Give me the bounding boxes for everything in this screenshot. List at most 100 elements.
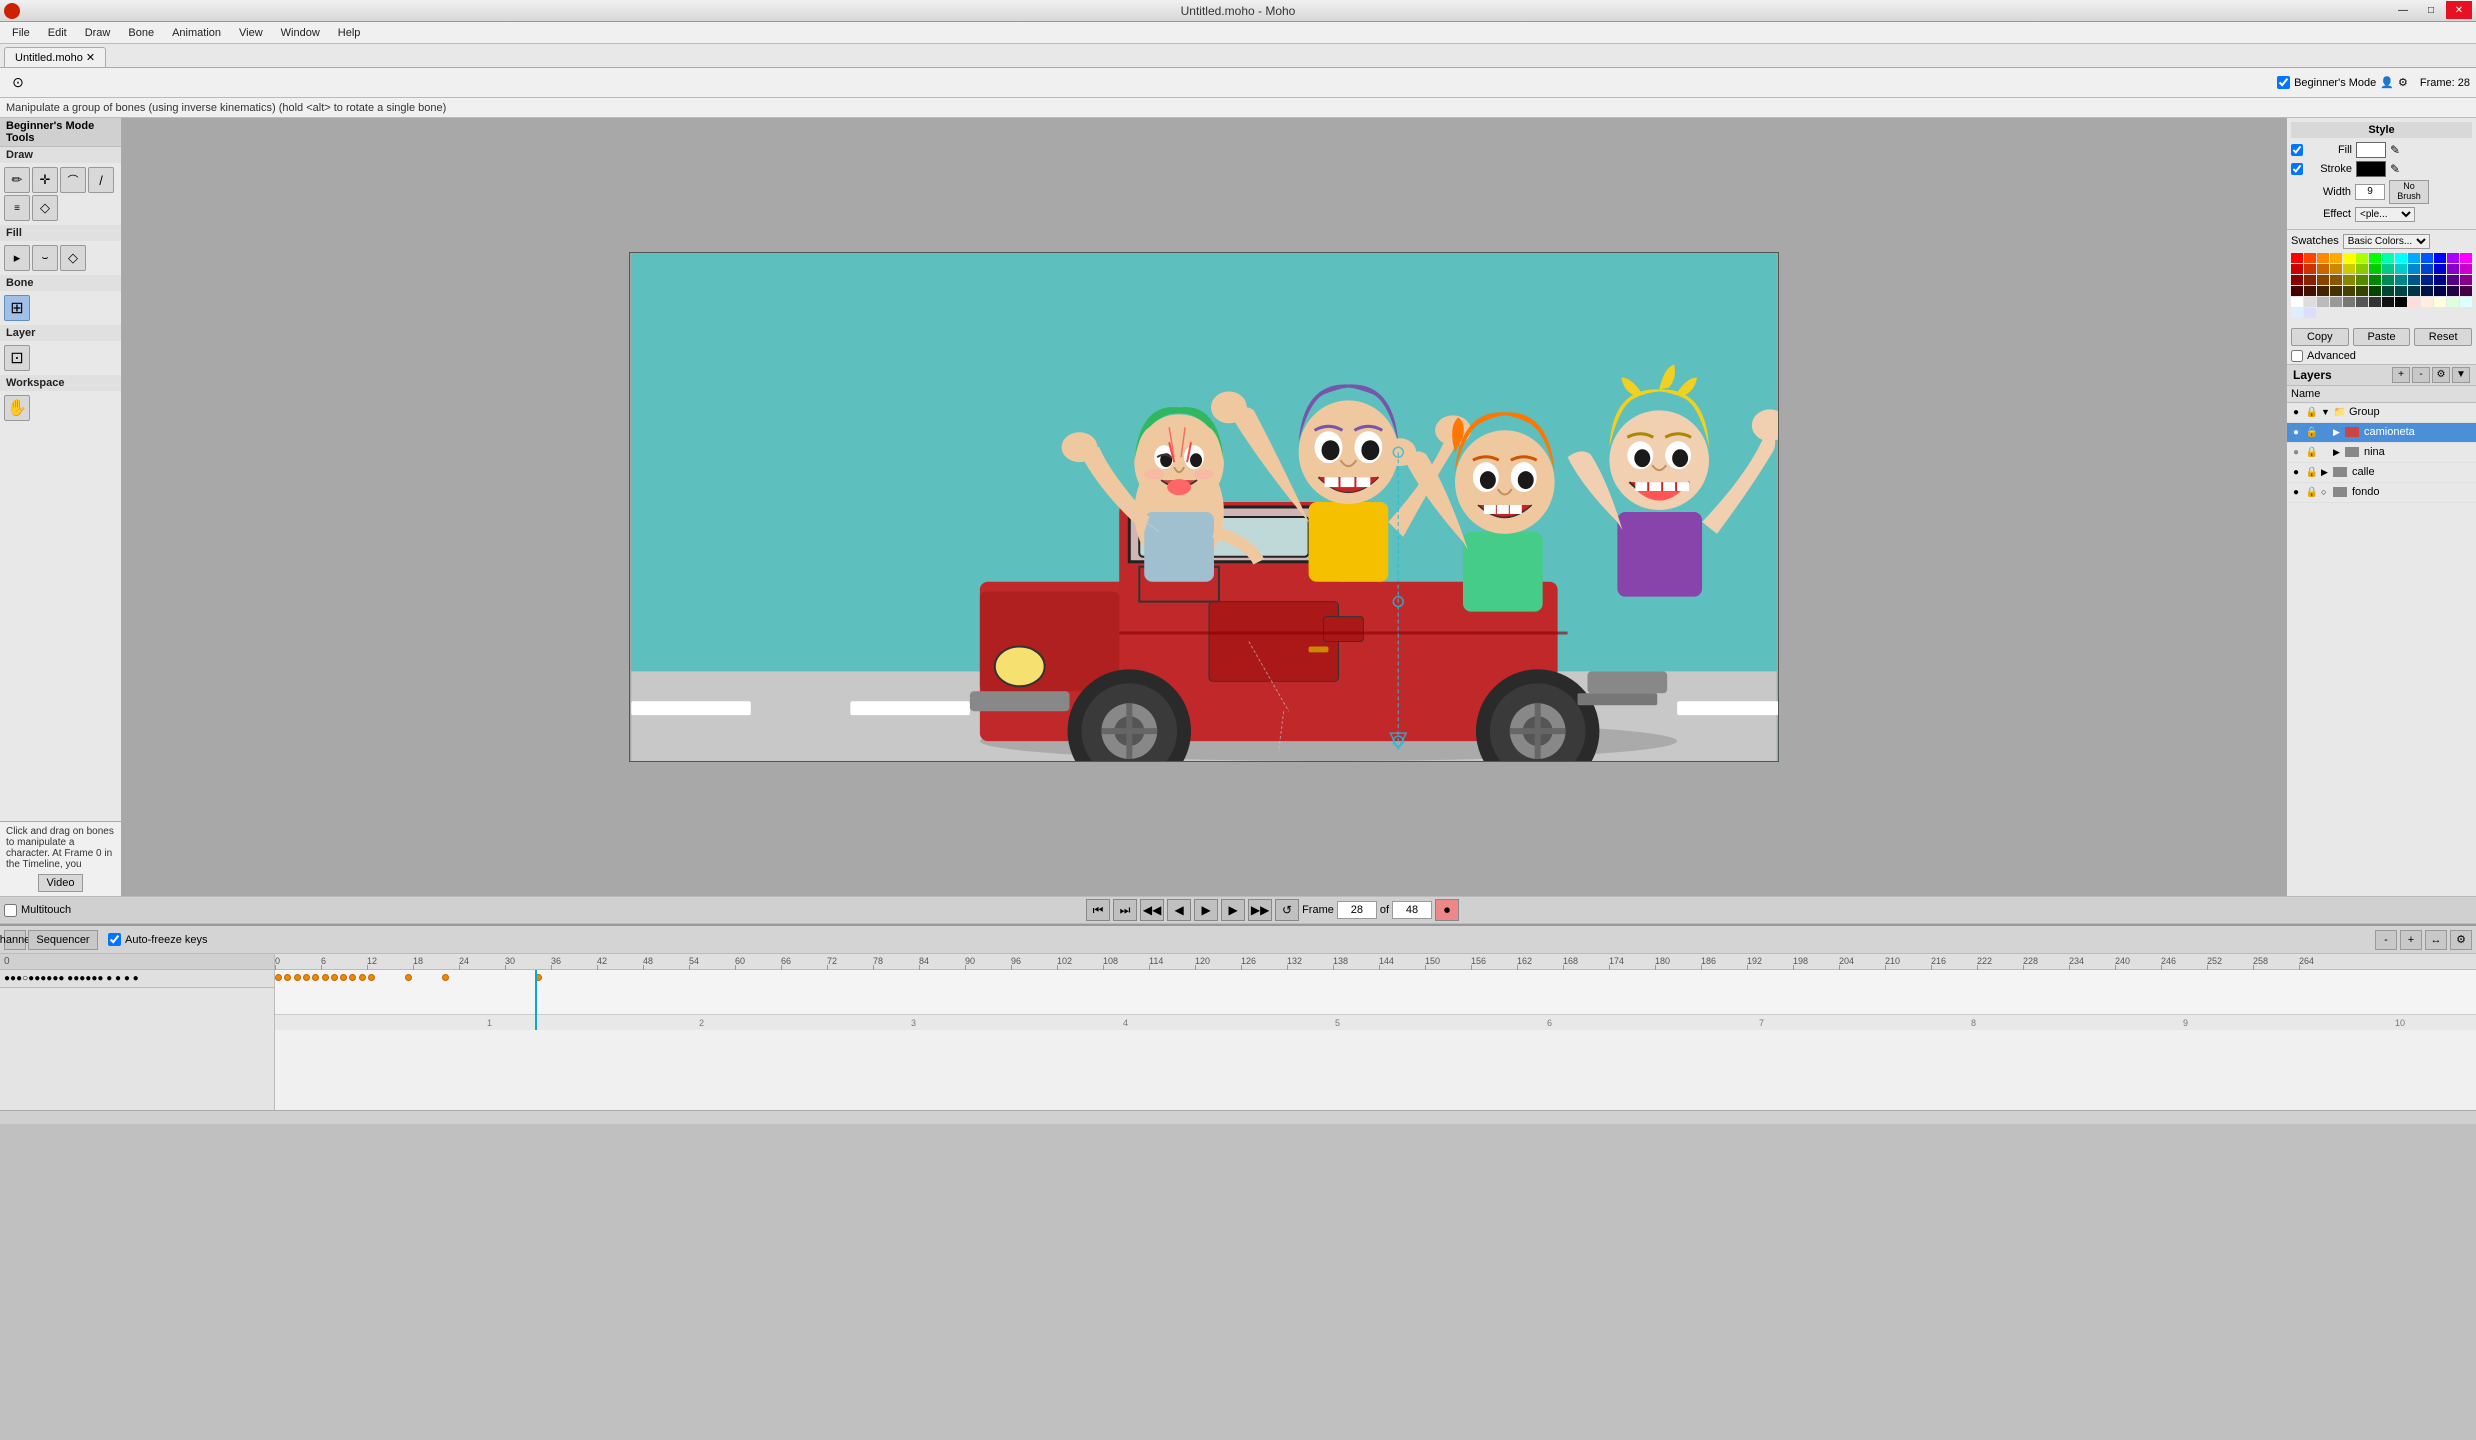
close-button[interactable]: ✕ xyxy=(2446,1,2472,19)
swatch-cell[interactable] xyxy=(2421,286,2433,296)
layer-row-group[interactable]: ● 🔒 ▼ 📁 Group xyxy=(2287,403,2476,423)
paint-tool[interactable]: / xyxy=(88,167,114,193)
timeline-scrollbar-h[interactable] xyxy=(0,1110,2476,1124)
layer-lock-icon4[interactable]: 🔒 xyxy=(2305,465,2319,479)
swatch-cell[interactable] xyxy=(2395,297,2407,307)
stroke-checkbox[interactable] xyxy=(2291,163,2303,175)
menu-window[interactable]: Window xyxy=(273,25,328,41)
swatch-cell[interactable] xyxy=(2395,253,2407,263)
swatch-cell[interactable] xyxy=(2382,264,2394,274)
swatch-cell[interactable] xyxy=(2408,286,2420,296)
swatch-cell[interactable] xyxy=(2330,264,2342,274)
swatch-cell[interactable] xyxy=(2395,264,2407,274)
swatch-cell[interactable] xyxy=(2369,253,2381,263)
width-input[interactable] xyxy=(2355,184,2385,200)
menu-animation[interactable]: Animation xyxy=(164,25,229,41)
swatch-cell[interactable] xyxy=(2447,264,2459,274)
swatch-cell[interactable] xyxy=(2356,286,2368,296)
layers-expand-button[interactable]: ▼ xyxy=(2452,367,2470,383)
menu-draw[interactable]: Draw xyxy=(77,25,119,41)
effect-select[interactable]: <ple... xyxy=(2355,207,2415,222)
loop-button[interactable]: ↺ xyxy=(1275,899,1299,921)
layer-vis-icon4[interactable]: ● xyxy=(2289,465,2303,479)
swatch-cell[interactable] xyxy=(2447,253,2459,263)
fill2-tool[interactable]: ⌣ xyxy=(32,245,58,271)
swatch-cell[interactable] xyxy=(2447,275,2459,285)
swatch-cell[interactable] xyxy=(2434,275,2446,285)
swatch-cell[interactable] xyxy=(2317,297,2329,307)
swatch-cell[interactable] xyxy=(2395,275,2407,285)
swatch-cell[interactable] xyxy=(2395,286,2407,296)
minimize-button[interactable]: — xyxy=(2390,1,2416,19)
swatch-cell[interactable] xyxy=(2408,264,2420,274)
keyframe-dot[interactable] xyxy=(340,974,347,981)
swatch-cell[interactable] xyxy=(2382,297,2394,307)
layer-vis-icon[interactable]: ● xyxy=(2289,405,2303,419)
play-button[interactable]: ▶ xyxy=(1194,899,1218,921)
keyframe-dot[interactable] xyxy=(294,974,301,981)
record-button[interactable]: ⏺ xyxy=(1435,899,1459,921)
swatch-cell[interactable] xyxy=(2317,253,2329,263)
layer-transform-tool[interactable]: ⊡ xyxy=(4,345,30,371)
keyframe-dot[interactable] xyxy=(312,974,319,981)
keyframe-dot[interactable] xyxy=(322,974,329,981)
swatch-cell[interactable] xyxy=(2343,275,2355,285)
tl-zoom-out[interactable]: - xyxy=(2375,930,2397,950)
fill-tool[interactable]: ▸ xyxy=(4,245,30,271)
swatch-cell[interactable] xyxy=(2421,264,2433,274)
swatch-cell[interactable] xyxy=(2330,297,2342,307)
swatch-cell[interactable] xyxy=(2343,297,2355,307)
transform-tool[interactable]: ✛ xyxy=(32,167,58,193)
layer-row-fondo[interactable]: ● 🔒 ○ fondo xyxy=(2287,483,2476,503)
swatch-cell[interactable] xyxy=(2460,264,2472,274)
swatch-cell[interactable] xyxy=(2317,275,2329,285)
swatch-cell[interactable] xyxy=(2369,264,2381,274)
swatch-cell[interactable] xyxy=(2421,253,2433,263)
swatch-cell[interactable] xyxy=(2356,264,2368,274)
swatch-cell[interactable] xyxy=(2460,297,2472,307)
swatch-cell[interactable] xyxy=(2291,308,2303,318)
stroke-edit-icon[interactable]: ✎ xyxy=(2390,162,2400,176)
keyframe-dot[interactable] xyxy=(368,974,375,981)
step-fwd1-button[interactable]: ▶ xyxy=(1221,899,1245,921)
fill-color-swatch[interactable] xyxy=(2356,142,2386,158)
current-frame-input[interactable] xyxy=(1337,901,1377,919)
swatch-cell[interactable] xyxy=(2408,253,2420,263)
swatch-cell[interactable] xyxy=(2369,286,2381,296)
swatch-cell[interactable] xyxy=(2343,286,2355,296)
swatch-cell[interactable] xyxy=(2460,275,2472,285)
swatch-cell[interactable] xyxy=(2291,253,2303,263)
tl-sequencer-button[interactable]: Sequencer xyxy=(28,930,98,950)
swatch-cell[interactable] xyxy=(2291,275,2303,285)
swatch-cell[interactable] xyxy=(2343,253,2355,263)
swatch-cell[interactable] xyxy=(2408,297,2420,307)
swatch-cell[interactable] xyxy=(2369,297,2381,307)
eraser-tool[interactable]: ◇ xyxy=(32,195,58,221)
swatch-cell[interactable] xyxy=(2330,286,2342,296)
swatch-cell[interactable] xyxy=(2369,275,2381,285)
swatch-cell[interactable] xyxy=(2356,253,2368,263)
layer-vis-icon2[interactable]: ● xyxy=(2289,425,2303,439)
fill-checkbox[interactable] xyxy=(2291,144,2303,156)
layer-group-expand[interactable]: ▼ xyxy=(2321,407,2333,417)
document-tab[interactable]: Untitled.moho ✕ xyxy=(4,47,106,67)
keyframe-dot[interactable] xyxy=(405,974,412,981)
fill-edit-icon[interactable]: ✎ xyxy=(2390,143,2400,157)
layer-lock-icon[interactable]: 🔒 xyxy=(2305,405,2319,419)
stroke-color-swatch[interactable] xyxy=(2356,161,2386,177)
auto-freeze-checkbox[interactable] xyxy=(108,933,121,946)
beginner-mode-checkbox[interactable] xyxy=(2277,76,2290,89)
swatch-cell[interactable] xyxy=(2317,264,2329,274)
layer-vis-icon5[interactable]: ● xyxy=(2289,485,2303,499)
swatch-cell[interactable] xyxy=(2408,275,2420,285)
menu-view[interactable]: View xyxy=(231,25,271,41)
advanced-checkbox[interactable] xyxy=(2291,350,2303,362)
menu-file[interactable]: File xyxy=(4,25,38,41)
fill3-tool[interactable]: ◇ xyxy=(60,245,86,271)
brush-tool[interactable]: ≡ xyxy=(4,195,30,221)
keyframe-dot[interactable] xyxy=(275,974,282,981)
curve-tool[interactable]: ⌒ xyxy=(60,167,86,193)
layer-lock-icon5[interactable]: 🔒 xyxy=(2305,485,2319,499)
swatch-cell[interactable] xyxy=(2421,275,2433,285)
paste-swatch-button[interactable]: Paste xyxy=(2353,328,2411,346)
